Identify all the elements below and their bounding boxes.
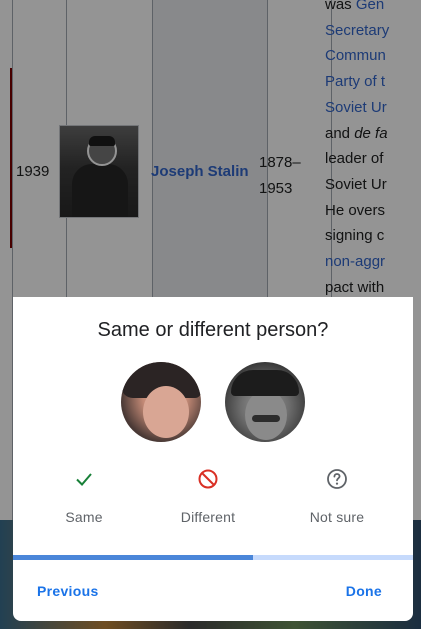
not-sure-button[interactable]: Not sure: [282, 467, 392, 537]
face-first-skin: [143, 386, 189, 438]
face-thumbnail-second: [225, 362, 305, 442]
same-label: Same: [65, 509, 103, 525]
previous-button[interactable]: Previous: [37, 583, 99, 599]
dialog-title: Same or different person?: [97, 319, 329, 341]
block-icon: [198, 469, 218, 489]
face-second-cap: [231, 370, 299, 396]
not-sure-label: Not sure: [309, 509, 365, 525]
face-thumbnail-first: [121, 362, 201, 442]
progress-fill: [13, 555, 253, 560]
face-match-dialog: Same or different person? Same Different…: [13, 297, 413, 621]
question-circle-icon: [327, 469, 347, 489]
same-button[interactable]: Same: [29, 467, 139, 537]
different-button[interactable]: Different: [153, 467, 263, 537]
face-second-moustache: [252, 415, 280, 422]
progress-track: [13, 555, 413, 560]
checkmark-icon: [76, 473, 92, 486]
done-button[interactable]: Done: [346, 583, 382, 599]
different-label: Different: [180, 509, 236, 525]
